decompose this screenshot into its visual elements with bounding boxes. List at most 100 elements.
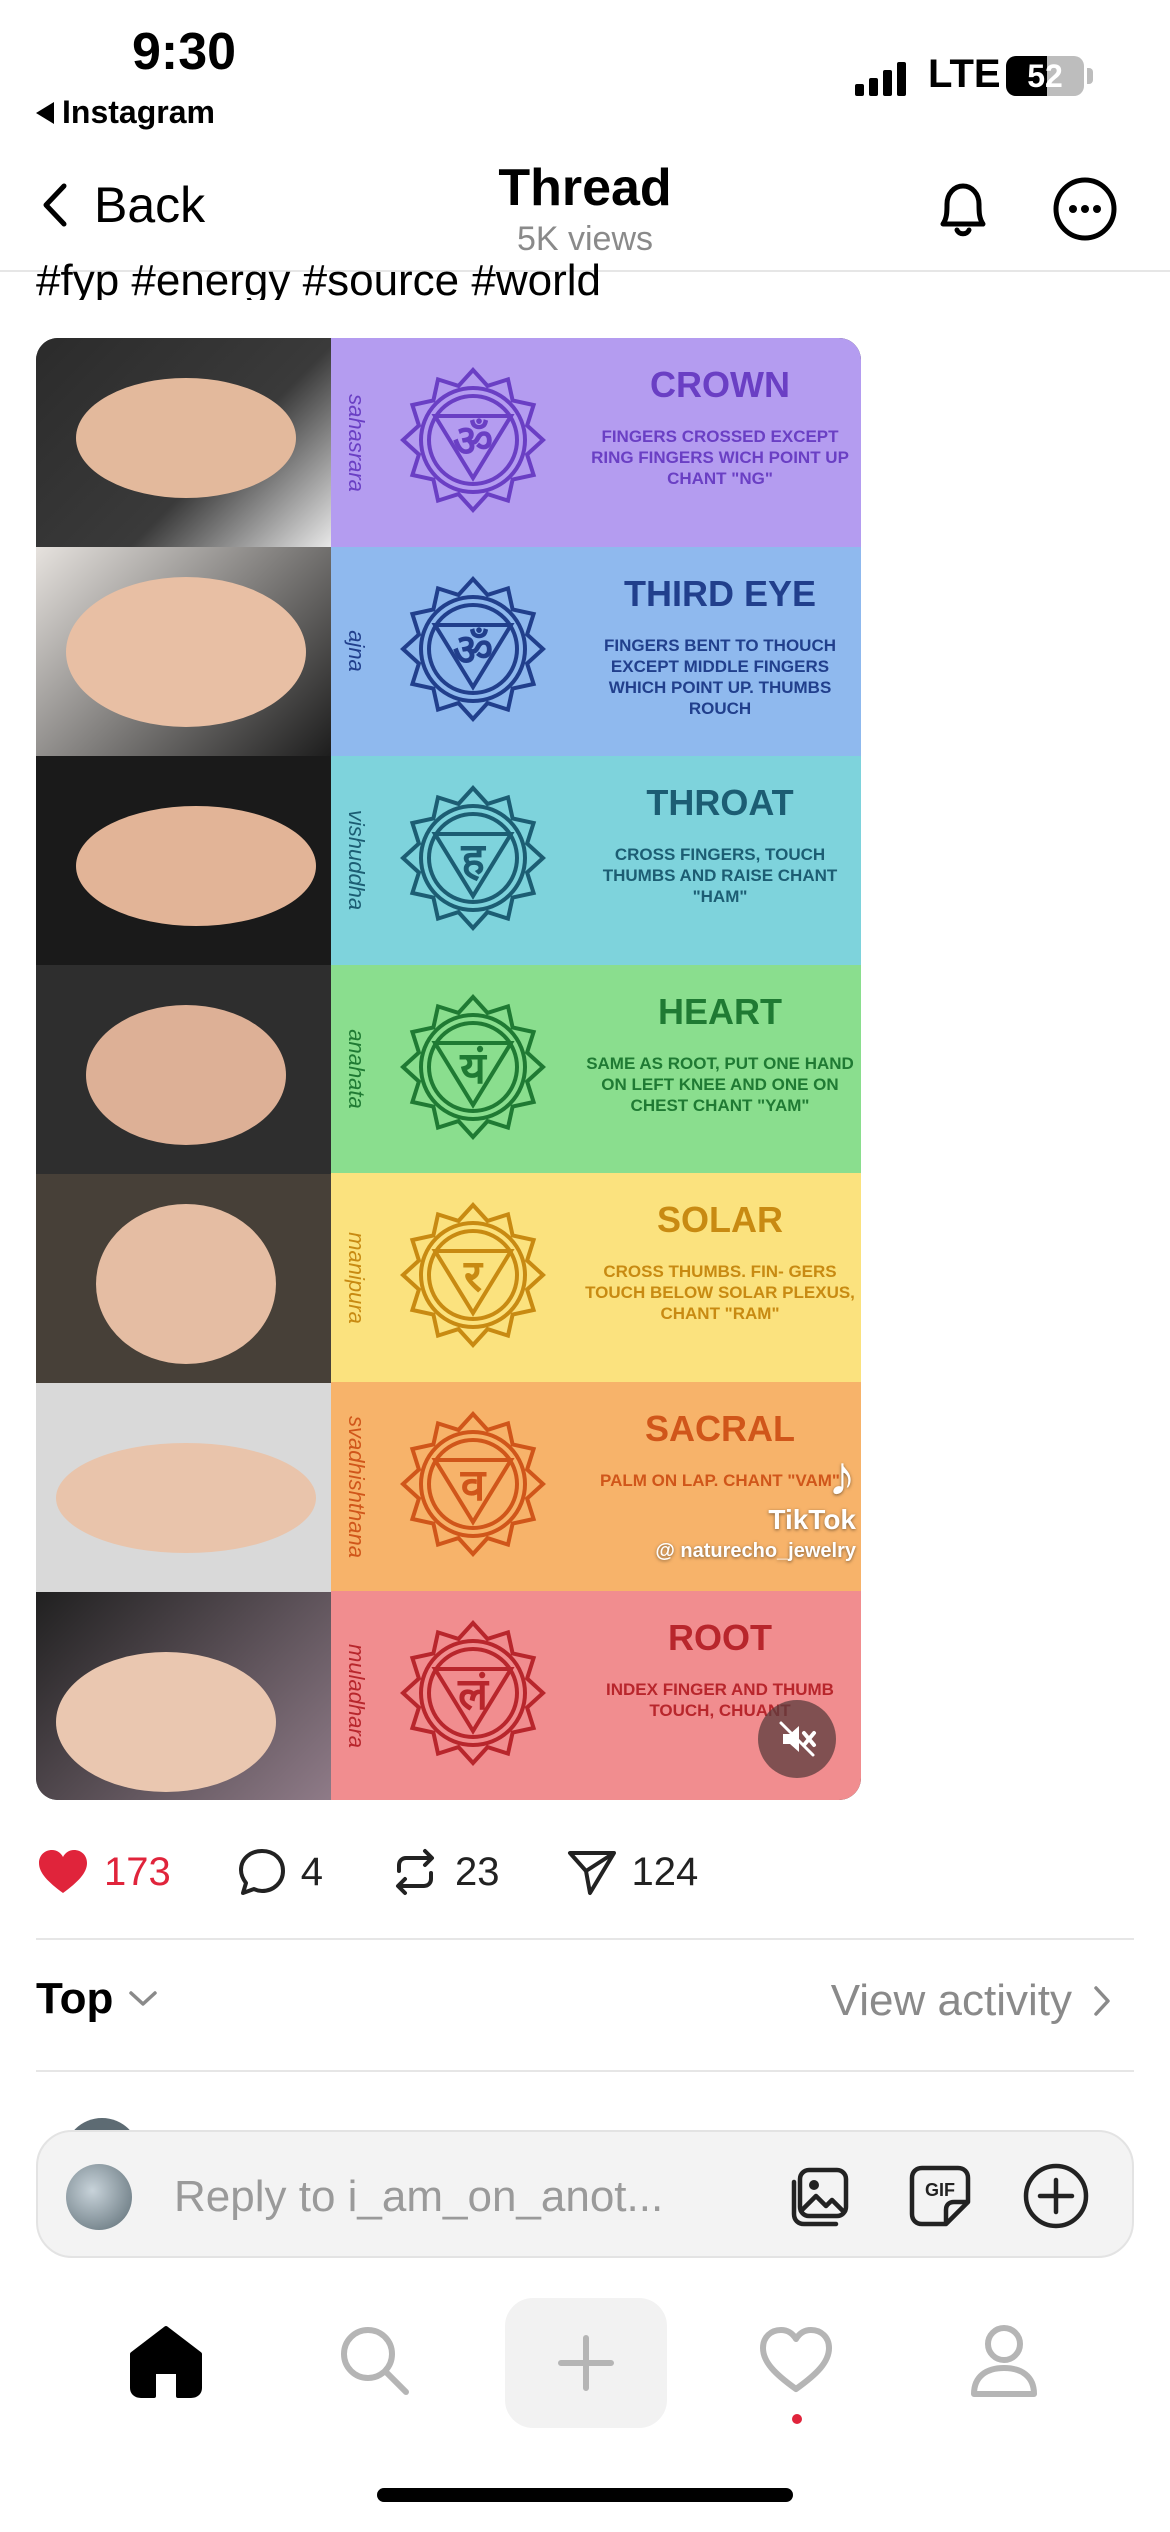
repost-count: 23 [455, 1849, 500, 1894]
tab-activity[interactable] [736, 2300, 856, 2420]
add-circle-icon[interactable] [1020, 2160, 1092, 2232]
back-app-label: Instagram [62, 94, 215, 130]
tab-home[interactable] [106, 2300, 226, 2420]
tiktok-watermark: ♪ TikTok @ naturecho_jewelry [616, 1448, 856, 1563]
heart-filled-icon [39, 1850, 87, 1893]
comment-count: 4 [300, 1849, 323, 1894]
chakra-band: ajna ॐ THIRD EYE FINGERS BENT TO THOUCH EXC… [331, 546, 861, 756]
battery-icon: 52 [1006, 56, 1084, 96]
search-icon [341, 2327, 409, 2395]
svg-text:र: र [463, 1251, 484, 1302]
svg-text:यं: यं [459, 1043, 487, 1094]
chakra-name: ROOT [668, 1617, 772, 1659]
sort-dropdown[interactable]: Top [36, 1974, 159, 2024]
speaker-muted-icon [779, 1721, 816, 1757]
chakra-symbol-icon: ॐ [400, 367, 546, 513]
activity-notification-dot [792, 2414, 802, 2424]
post-actions: 173 4 23 124 [36, 1842, 764, 1902]
svg-text:लं: लं [457, 1669, 490, 1720]
chakra-band: sahasrara ॐ CROWN FINGERS CROSSED EXCEPT RI… [331, 338, 861, 547]
chakra-symbol-icon: र [400, 1202, 546, 1349]
comment-bubble-icon [238, 1849, 285, 1895]
battery-nub [1087, 68, 1093, 84]
chakra-sanskrit: vishuddha [344, 810, 369, 911]
hand-photo [36, 1383, 331, 1592]
divider [36, 1938, 1134, 1940]
tab-create[interactable] [505, 2298, 667, 2428]
battery-percent: 52 [1027, 58, 1063, 94]
tab-profile[interactable] [944, 2300, 1064, 2420]
plus-icon [558, 2335, 614, 2391]
sort-label: Top [36, 1974, 114, 2023]
back-to-app-link[interactable]: Instagram [36, 94, 215, 131]
view-activity-label: View activity [830, 1976, 1072, 2025]
chakra-name: SOLAR [657, 1199, 783, 1241]
chakra-name: SACRAL [645, 1408, 795, 1450]
repost-icon [396, 1849, 434, 1895]
home-icon [130, 2326, 202, 2398]
hand-photo [36, 1592, 331, 1800]
image-picker-icon[interactable] [786, 2160, 858, 2232]
chakra-band: manipura र SOLAR CROSS THUMBS. FIN- GERS TO… [331, 1173, 861, 1383]
status-bar: 9:30 Instagram LTE 52 [0, 0, 1170, 150]
chakra-name: THIRD EYE [623, 572, 817, 614]
hand-photos-column [36, 338, 331, 1800]
chakra-band: vishuddha ह THROAT CROSS FINGERS, TOUCH THU… [331, 755, 861, 965]
home-indicator [377, 2488, 793, 2502]
hand-photo [36, 756, 331, 965]
cellular-signal-icon [855, 62, 906, 96]
chakra-symbol-icon: ॐ [400, 575, 546, 722]
chakra-symbol-icon: ह [400, 784, 546, 931]
reply-composer[interactable]: Reply to i_am_on_anot... GIF [36, 2130, 1134, 2258]
divider [36, 2070, 1134, 2072]
chakra-symbol-icon: यं [400, 993, 546, 1140]
chakra-band: anahata यं HEART SAME AS ROOT, PUT ONE HAND… [331, 964, 861, 1174]
svg-text:ॐ: ॐ [453, 625, 493, 676]
chevron-down-icon [129, 1991, 158, 2006]
hand-photo [36, 1174, 331, 1383]
like-count: 173 [104, 1849, 171, 1894]
back-triangle-icon [36, 101, 54, 124]
share-button[interactable]: 124 [566, 1847, 699, 1897]
hand-photo [36, 547, 331, 756]
chakra-name: CROWN [650, 364, 790, 405]
tiktok-handle: @ naturecho_jewelry [655, 1540, 856, 1562]
chakra-description: SAME AS ROOT, PUT ONE HAND ON LEFT KNEE … [586, 1053, 854, 1115]
post-media[interactable]: sahasrara ॐ CROWN FINGERS CROSSED EXCEPT RI… [36, 338, 861, 1800]
status-time: 9:30 [132, 23, 237, 81]
network-type: LTE [928, 52, 1001, 96]
svg-text:व: व [460, 1460, 487, 1511]
repost-button[interactable]: 23 [389, 1847, 500, 1897]
post-caption: #fyp #energy #source #world [36, 256, 601, 300]
chakra-chart: sahasrara ॐ CROWN FINGERS CROSSED EXCEPT RI… [331, 338, 861, 1800]
gif-icon[interactable]: GIF [904, 2160, 976, 2232]
tiktok-brand: TikTok [768, 1504, 856, 1535]
chakra-symbol-icon: व [400, 1411, 546, 1558]
more-options-icon[interactable] [1050, 174, 1120, 244]
share-count: 124 [631, 1849, 699, 1894]
hand-photo [36, 965, 331, 1174]
svg-text:ह: ह [460, 834, 486, 885]
chakra-sanskrit: anahata [344, 1029, 369, 1109]
chakra-description: CROSS THUMBS. FIN- GERS TOUCH BELOW SOLA… [585, 1262, 855, 1324]
chakra-sanskrit: sahasrara [344, 393, 369, 492]
chakra-name: THROAT [646, 781, 794, 823]
chakra-description: CROSS FINGERS, TOUCH THUMBS AND RAISE CH… [602, 844, 838, 906]
reply-input[interactable]: Reply to i_am_on_anot... [174, 2172, 663, 2222]
tab-search[interactable] [314, 2300, 434, 2420]
heart-icon [760, 2327, 832, 2392]
chakra-sanskrit: svadhishthana [344, 1415, 370, 1558]
comment-button[interactable]: 4 [237, 1847, 323, 1897]
chakra-symbol-icon: लं [400, 1620, 546, 1767]
mute-button[interactable] [758, 1700, 836, 1778]
bell-icon[interactable] [928, 174, 998, 244]
svg-text:ॐ: ॐ [453, 416, 493, 467]
chevron-right-icon [1094, 1986, 1110, 2016]
chakra-sanskrit: muladhara [344, 1643, 370, 1748]
like-button[interactable]: 173 [36, 1847, 171, 1897]
send-icon [567, 1851, 616, 1895]
tab-bar [0, 2290, 1170, 2450]
profile-icon [971, 2325, 1037, 2397]
chakra-name: HEART [658, 990, 782, 1032]
view-activity-link[interactable]: View activity [831, 1976, 1112, 2026]
